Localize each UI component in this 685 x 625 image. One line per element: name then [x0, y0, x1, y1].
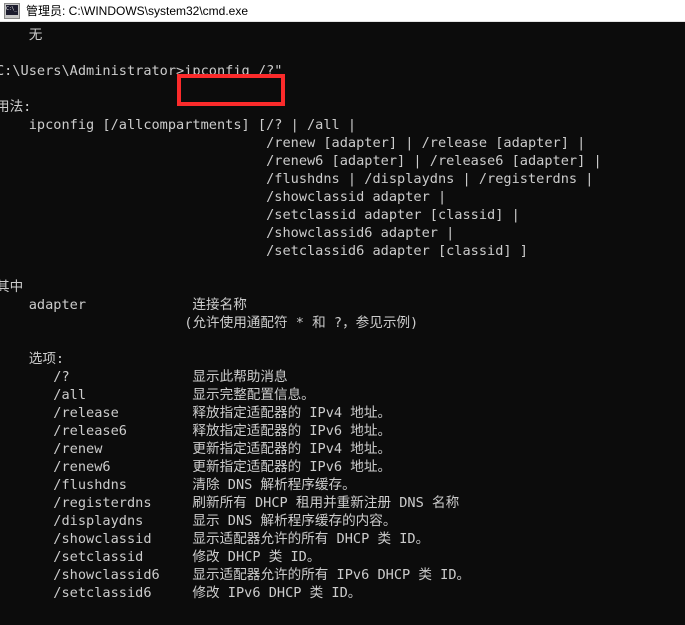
- window-title-bar[interactable]: 管理员: C:\WINDOWS\system32\cmd.exe: [0, 0, 685, 22]
- console-output-area[interactable]: 无 C:\Users\Administrator>ipconfig /?" 用法…: [0, 22, 685, 625]
- cmd-console-window[interactable]: 管理员: C:\WINDOWS\system32\cmd.exe 无 C:\Us…: [0, 0, 685, 625]
- console-text: 无 C:\Users\Administrator>ipconfig /?" 用法…: [0, 27, 602, 601]
- cmd-console-icon: [4, 2, 20, 19]
- window-title: 管理员: C:\WINDOWS\system32\cmd.exe: [26, 3, 249, 18]
